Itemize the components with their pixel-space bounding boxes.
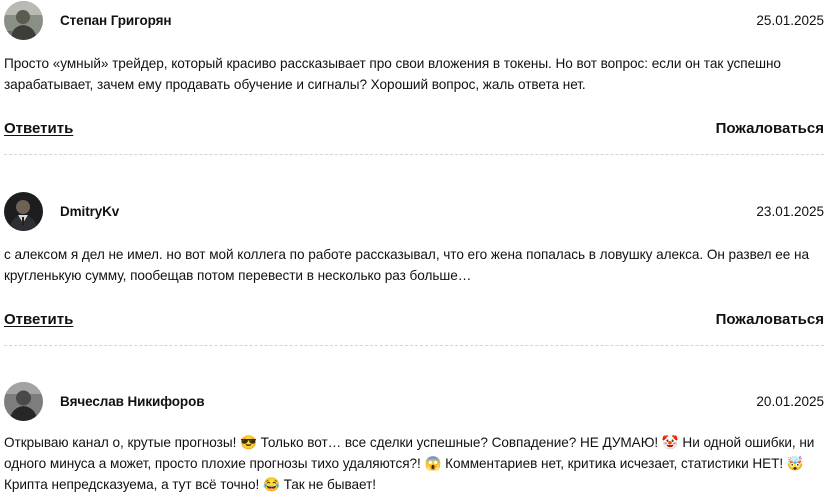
comment-author: Вячеслав Никифоров: [60, 394, 205, 409]
comment-author: Степан Григорян: [60, 13, 172, 28]
reply-button[interactable]: Ответить: [4, 120, 73, 137]
report-button[interactable]: Пожаловаться: [716, 120, 824, 137]
avatar: [4, 1, 43, 40]
comment-text: Просто «умный» трейдер, который красиво …: [4, 56, 781, 92]
avatar: [4, 382, 43, 421]
comment-header: Вячеслав Никифоров 20.01.2025: [0, 381, 826, 423]
avatar-photo-icon: [4, 382, 43, 421]
comment-date: 20.01.2025: [756, 394, 824, 409]
avatar-photo-icon: [4, 1, 43, 40]
comment-text: с алексом я дел не имел. но вот мой колл…: [4, 247, 809, 283]
divider: [4, 154, 824, 155]
comment-item: Степан Григорян 25.01.2025 Просто «умный…: [0, 0, 826, 155]
report-button[interactable]: Пожаловаться: [716, 311, 824, 328]
comment-item: Вячеслав Никифоров 20.01.2025 Открываю к…: [0, 381, 826, 492]
reply-button[interactable]: Ответить: [4, 311, 73, 328]
comments-feed: Степан Григорян 25.01.2025 Просто «умный…: [0, 0, 826, 498]
comment-header: Степан Григорян 25.01.2025: [0, 0, 826, 42]
comment-date: 25.01.2025: [756, 13, 824, 28]
comment-author: DmitryKv: [60, 204, 120, 219]
comment-header: DmitryKv 23.01.2025: [0, 191, 826, 233]
comment-text: Открываю канал о, крутые прогнозы! 😎 Тол…: [4, 435, 815, 492]
avatar: [4, 192, 43, 231]
comment-item: DmitryKv 23.01.2025 с алексом я дел не и…: [0, 191, 826, 346]
divider: [4, 345, 824, 346]
avatar-photo-icon: [4, 192, 43, 231]
comment-date: 23.01.2025: [756, 204, 824, 219]
